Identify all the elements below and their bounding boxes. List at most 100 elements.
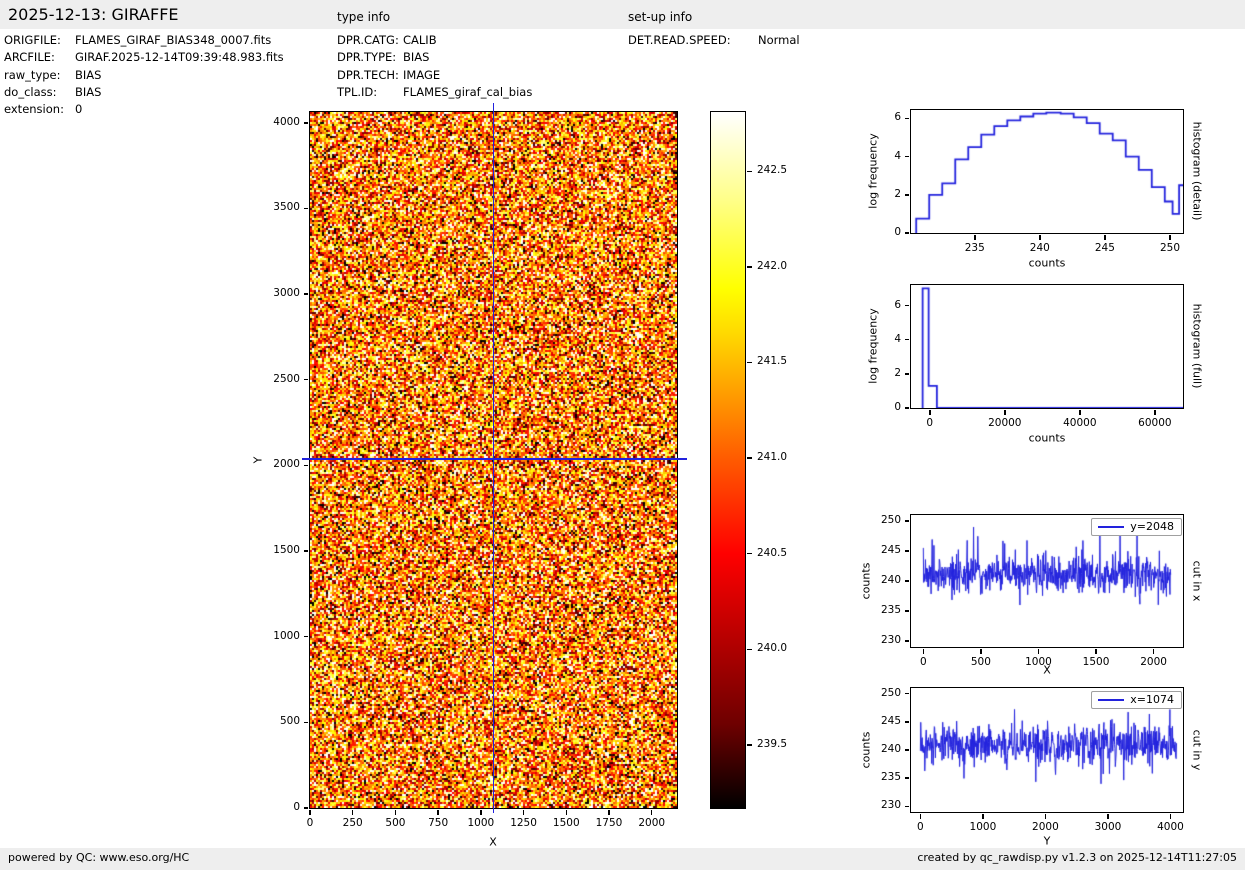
colorbar-tick-label: 239.5 (757, 737, 788, 750)
x-tick-mark (982, 814, 984, 819)
meta-label: DPR.CATG: (337, 33, 399, 47)
x-tick-mark (974, 235, 976, 240)
y-tick-mark (904, 610, 909, 612)
x-tick-mark (650, 810, 653, 815)
x-tick-mark (1169, 814, 1172, 819)
cut-y-legend-label: x=1074 (1130, 693, 1174, 706)
meta-label: DPR.TYPE: (337, 50, 397, 65)
y-tick-mark (904, 407, 909, 409)
x-tick-mark (437, 810, 439, 815)
x-tick-mark (980, 649, 982, 654)
y-tick-mark (904, 373, 909, 375)
meta-label: ORIGFILE: (4, 33, 61, 47)
meta-row: DPR.TECH: IMAGE (337, 68, 440, 82)
x-tick-label: 2000 (1140, 656, 1167, 668)
y-tick-label: 1000 (273, 629, 300, 642)
x-tick-label: 20000 (988, 417, 1022, 429)
colorbar-tick-label: 241.0 (757, 451, 788, 464)
header-bar (0, 0, 1245, 29)
x-tick-mark (1107, 814, 1109, 819)
y-tick-label: 3000 (273, 287, 300, 300)
y-tick-label: 4 (894, 332, 901, 345)
colorbar-tick-label: 240.0 (757, 642, 788, 655)
page-title: 2025-12-13: GIRAFFE (8, 5, 179, 24)
x-tick-label: 0 (926, 417, 934, 429)
x-tick-label: 3000 (1094, 821, 1122, 833)
x-tick-mark (929, 410, 931, 415)
x-tick-mark (351, 810, 354, 815)
hist-detail-side-label: histogram (detail) (1190, 121, 1204, 221)
y-tick-mark (904, 805, 909, 808)
histogram-full-canvas (910, 284, 1184, 409)
main-xaxis-label: X (489, 835, 497, 849)
x-tick-mark (919, 814, 922, 819)
meta-label: extension: (4, 102, 64, 117)
x-tick-label: 60000 (1138, 417, 1172, 429)
y-tick-mark (303, 635, 308, 638)
x-tick-label: 250 (1159, 242, 1180, 254)
y-tick-mark (904, 749, 909, 751)
meta-value: CALIB (403, 33, 437, 47)
x-tick-label: 4000 (1157, 821, 1184, 833)
colorbar-tick-label: 242.5 (757, 164, 788, 177)
colorbar-tick-label: 242.0 (757, 259, 788, 272)
y-tick-label: 240 (880, 743, 901, 755)
y-tick-label: 4 (894, 149, 901, 162)
x-tick-mark (1152, 649, 1155, 654)
legend-line-sample (1098, 525, 1125, 528)
y-tick-label: 240 (880, 574, 901, 586)
x-tick-label: 2000 (1032, 821, 1059, 833)
y-tick-mark (904, 155, 909, 158)
y-tick-mark (303, 378, 308, 381)
y-tick-label: 6 (894, 111, 901, 124)
y-tick-label: 245 (880, 544, 901, 556)
meta-row: extension: 0 (4, 102, 82, 116)
meta-value: IMAGE (403, 67, 441, 82)
hist-full-side-label: histogram (full) (1190, 303, 1204, 389)
y-tick-label: 6 (894, 298, 901, 311)
meta-value: BIAS (75, 84, 102, 99)
y-tick-label: 245 (880, 714, 901, 727)
x-tick-label: 40000 (1063, 417, 1097, 429)
meta-row: DPR.CATG: CALIB (337, 33, 437, 47)
colorbar-tick-mark (747, 552, 752, 555)
x-tick-mark (480, 810, 482, 815)
hist-full-xaxis-label: counts (1028, 431, 1066, 445)
y-tick-mark (904, 304, 909, 307)
y-tick-mark (303, 464, 308, 467)
x-tick-label: 235 (964, 242, 985, 254)
meta-value: 0 (75, 102, 83, 117)
y-tick-label: 0 (894, 401, 901, 413)
meta-row: ARCFILE: GIRAF.2025-12-14T09:39:48.983.fi… (4, 50, 284, 64)
x-tick-mark (1037, 649, 1040, 654)
meta-row: do_class: BIAS (4, 85, 101, 99)
cut-x-legend-label: y=2048 (1130, 520, 1174, 533)
y-tick-label: 250 (880, 514, 901, 526)
meta-value: GIRAF.2025-12-14T09:39:48.983.fits (75, 50, 284, 65)
colorbar-tick-mark (747, 457, 752, 459)
y-tick-mark (303, 293, 308, 295)
y-tick-mark (904, 520, 909, 522)
y-tick-mark (904, 692, 909, 695)
crosshair-horizontal-line (302, 458, 687, 460)
y-tick-label: 0 (894, 226, 901, 238)
meta-value: BIAS (403, 50, 430, 65)
x-tick-mark (1104, 235, 1106, 240)
colorbar-tick-mark (747, 266, 752, 268)
y-tick-label: 2 (894, 187, 901, 200)
meta-label: DPR.TECH: (337, 67, 399, 82)
colorbar-tick-label: 240.5 (757, 546, 788, 559)
y-tick-label: 2500 (273, 372, 300, 385)
x-tick-label: 2000 (638, 817, 666, 829)
x-tick-mark (1169, 235, 1171, 240)
y-tick-mark (303, 207, 308, 210)
meta-value: BIAS (75, 67, 102, 82)
cut-y-xaxis-label: Y (1043, 834, 1051, 848)
x-tick-mark (1095, 649, 1097, 654)
y-tick-mark (303, 550, 308, 552)
y-tick-mark (303, 807, 308, 809)
meta-value: FLAMES_giraf_cal_bias (403, 84, 533, 99)
meta-label: do_class: (4, 84, 57, 99)
y-tick-label: 250 (880, 686, 901, 699)
x-tick-label: 0 (917, 821, 924, 833)
